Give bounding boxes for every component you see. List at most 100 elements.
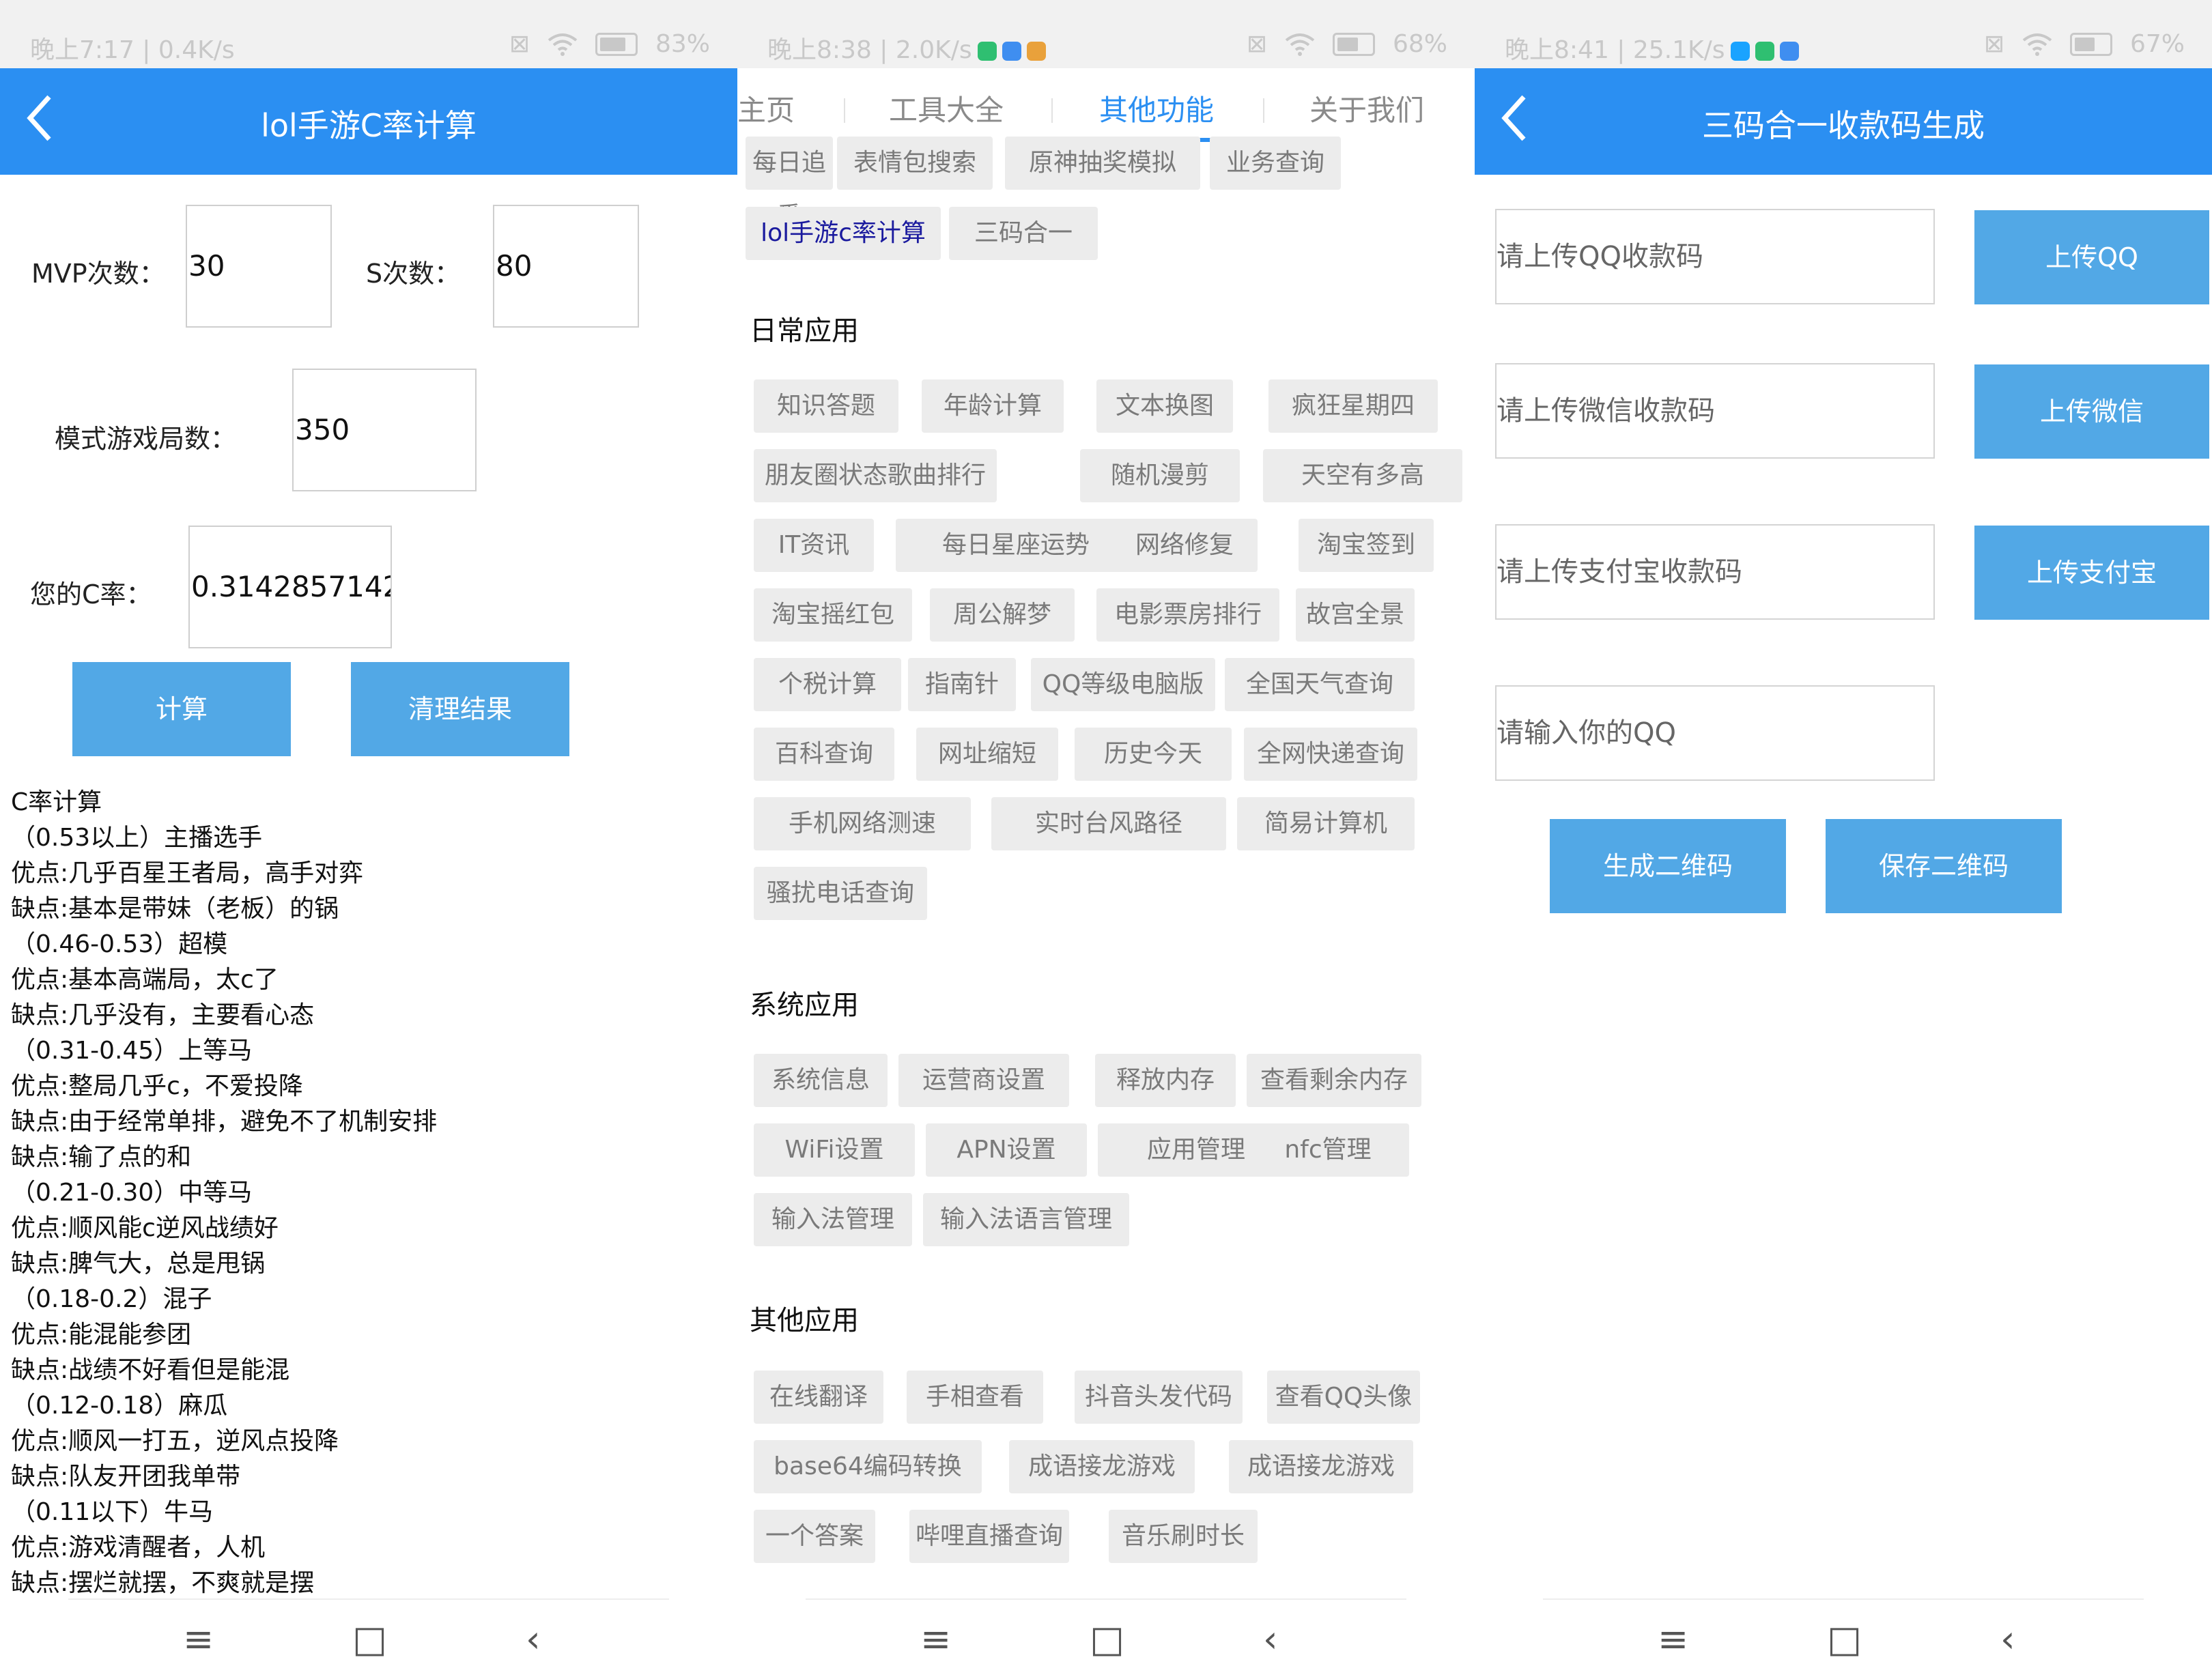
- save-qr-button[interactable]: 保存二维码: [1826, 819, 2062, 913]
- shield-app-icon: [977, 42, 997, 61]
- rate-output[interactable]: 0.31428571428: [188, 526, 392, 648]
- section-system-title: 系统应用: [750, 990, 859, 1021]
- tool-chip[interactable]: 网络修复: [1111, 519, 1258, 572]
- tool-chip[interactable]: 年龄计算: [922, 379, 1064, 433]
- info-line: （0.46-0.53）超模: [11, 930, 228, 958]
- tool-chip[interactable]: 抖音头发代码: [1075, 1371, 1243, 1424]
- tool-chip[interactable]: 手相查看: [907, 1371, 1043, 1424]
- tab-bar: 主页 工具大全 其他功能 关于我们: [737, 68, 1475, 143]
- home-square-icon[interactable]: □: [352, 1618, 387, 1661]
- tool-chip[interactable]: 业务查询: [1210, 137, 1341, 190]
- info-line: 缺点:几乎没有，主要看心态: [11, 1001, 315, 1029]
- home-square-icon[interactable]: □: [1090, 1618, 1124, 1661]
- info-line: 优点:游戏清醒者，人机: [11, 1534, 266, 1562]
- tool-chip[interactable]: 电影票房排行: [1096, 588, 1279, 642]
- tool-chip[interactable]: 个税计算: [754, 658, 901, 711]
- tool-chip[interactable]: 手机网络测速: [754, 797, 971, 850]
- info-line: 优点:能混能参团: [11, 1321, 192, 1349]
- tool-chip[interactable]: 网址缩短: [916, 728, 1058, 781]
- nav-back-icon[interactable]: ‹: [2000, 1618, 2015, 1661]
- tool-chip[interactable]: 音乐刷时长: [1109, 1510, 1258, 1563]
- tool-chip[interactable]: base64编码转换: [754, 1440, 982, 1493]
- alipay-code-field[interactable]: 请上传支付宝收款码: [1495, 524, 1935, 620]
- upload-qq-button[interactable]: 上传QQ: [1974, 210, 2209, 304]
- tool-chip[interactable]: 成语接龙游戏: [1229, 1440, 1413, 1493]
- status-time: 晚上8:41 | 25.1K/s: [1505, 30, 1799, 66]
- games-label: 模式游戏局数：: [55, 424, 237, 454]
- tab-other-functions[interactable]: 其他功能: [1099, 87, 1214, 129]
- tab-about-us[interactable]: 关于我们: [1309, 87, 1424, 129]
- battery-percent: 83%: [655, 30, 710, 58]
- tool-chip[interactable]: 故宫全景: [1296, 588, 1415, 642]
- tool-chip[interactable]: lol手游c率计算: [746, 207, 941, 260]
- tool-chip[interactable]: 一个答案: [754, 1510, 875, 1563]
- tool-chip[interactable]: 释放内存: [1095, 1054, 1236, 1107]
- tool-chip[interactable]: 指南针: [908, 658, 1016, 711]
- generate-qr-button[interactable]: 生成二维码: [1550, 819, 1786, 913]
- tool-chip[interactable]: 天空有多高: [1263, 449, 1462, 502]
- tool-chip[interactable]: 淘宝签到: [1299, 519, 1434, 572]
- s-input[interactable]: 80: [493, 205, 639, 328]
- tool-chip[interactable]: 输入法语言管理: [923, 1193, 1129, 1246]
- tool-chip[interactable]: 输入法管理: [754, 1193, 912, 1246]
- upload-wechat-button[interactable]: 上传微信: [1974, 364, 2209, 459]
- nav-back-icon[interactable]: ‹: [1263, 1618, 1278, 1661]
- tool-chip[interactable]: 哔哩直播查询: [909, 1510, 1069, 1563]
- tool-chip[interactable]: 运营商设置: [898, 1054, 1069, 1107]
- upload-alipay-button[interactable]: 上传支付宝: [1974, 526, 2209, 620]
- tool-chip[interactable]: QQ等级电脑版: [1031, 658, 1215, 711]
- tool-chip[interactable]: 疯狂星期四: [1268, 379, 1438, 433]
- qq-code-field[interactable]: 请上传QQ收款码: [1495, 209, 1935, 304]
- tab-tools[interactable]: 工具大全: [889, 87, 1004, 129]
- tool-chip[interactable]: 百科查询: [754, 728, 894, 781]
- blue-app-icon: [1730, 42, 1750, 61]
- tool-chip[interactable]: 朋友圈状态歌曲排行: [754, 449, 997, 502]
- tool-chip[interactable]: 原神抽奖模拟: [1005, 137, 1200, 190]
- page-title: lol手游C率计算: [261, 107, 477, 144]
- tool-chip[interactable]: 骚扰电话查询: [754, 867, 927, 920]
- tool-chip[interactable]: 每日星座运势: [896, 519, 1136, 572]
- tool-chip[interactable]: nfc管理: [1247, 1123, 1409, 1177]
- tool-chip[interactable]: WiFi设置: [754, 1123, 915, 1177]
- tool-chip[interactable]: 文本换图: [1096, 379, 1233, 433]
- tool-chip[interactable]: 简易计算机: [1237, 797, 1415, 850]
- info-line: 缺点:基本是带妹（老板）的锅: [11, 895, 339, 923]
- tool-chip[interactable]: APN设置: [926, 1123, 1087, 1177]
- menu-icon[interactable]: ≡: [1658, 1618, 1688, 1661]
- tool-chip[interactable]: 三码合一: [949, 207, 1098, 260]
- tool-chip[interactable]: 在线翻译: [754, 1371, 883, 1424]
- tool-chip[interactable]: 知识答题: [754, 379, 898, 433]
- tool-chip[interactable]: 成语接龙游戏: [1009, 1440, 1195, 1493]
- tool-chip[interactable]: 全国天气查询: [1225, 658, 1415, 711]
- clear-result-button[interactable]: 清理结果: [351, 662, 569, 756]
- wifi-icon: [2022, 33, 2052, 56]
- battery-percent: 67%: [2129, 30, 2185, 58]
- mvp-input[interactable]: 30: [186, 205, 332, 328]
- wechat-code-field[interactable]: 请上传微信收款码: [1495, 363, 1935, 459]
- tool-chip[interactable]: 系统信息: [754, 1054, 888, 1107]
- tab-home[interactable]: 主页: [737, 87, 795, 129]
- nav-back-icon[interactable]: ‹: [526, 1618, 541, 1661]
- tool-chip[interactable]: 淘宝摇红包: [754, 588, 912, 642]
- system-nav-bar: ≡ □ ‹: [0, 1604, 737, 1679]
- info-line: （0.53以上）主播选手: [11, 824, 263, 852]
- tool-chip[interactable]: IT资讯: [754, 519, 874, 572]
- calculate-button[interactable]: 计算: [72, 662, 291, 756]
- tool-chip[interactable]: 每日追番: [746, 137, 833, 230]
- menu-icon[interactable]: ≡: [920, 1618, 951, 1661]
- tool-chip[interactable]: 历史今天: [1075, 728, 1232, 781]
- tool-chip[interactable]: 表情包搜索: [837, 137, 993, 190]
- no-sim-icon: ⊠: [509, 30, 530, 58]
- wifi-icon: [1285, 33, 1315, 56]
- qq-number-input[interactable]: 请输入你的QQ: [1495, 685, 1935, 781]
- tool-chip[interactable]: 实时台风路径: [991, 797, 1226, 850]
- home-square-icon[interactable]: □: [1827, 1618, 1862, 1661]
- tool-chip[interactable]: 查看QQ头像: [1267, 1371, 1420, 1424]
- games-input[interactable]: 350: [292, 369, 477, 491]
- tool-chip[interactable]: 查看剩余内存: [1247, 1054, 1421, 1107]
- tool-chip[interactable]: 随机漫剪: [1080, 449, 1240, 502]
- page-title: 三码合一收款码生成: [1702, 107, 1985, 144]
- tool-chip[interactable]: 全网快递查询: [1244, 728, 1417, 781]
- menu-icon[interactable]: ≡: [183, 1618, 214, 1661]
- tool-chip[interactable]: 周公解梦: [930, 588, 1075, 642]
